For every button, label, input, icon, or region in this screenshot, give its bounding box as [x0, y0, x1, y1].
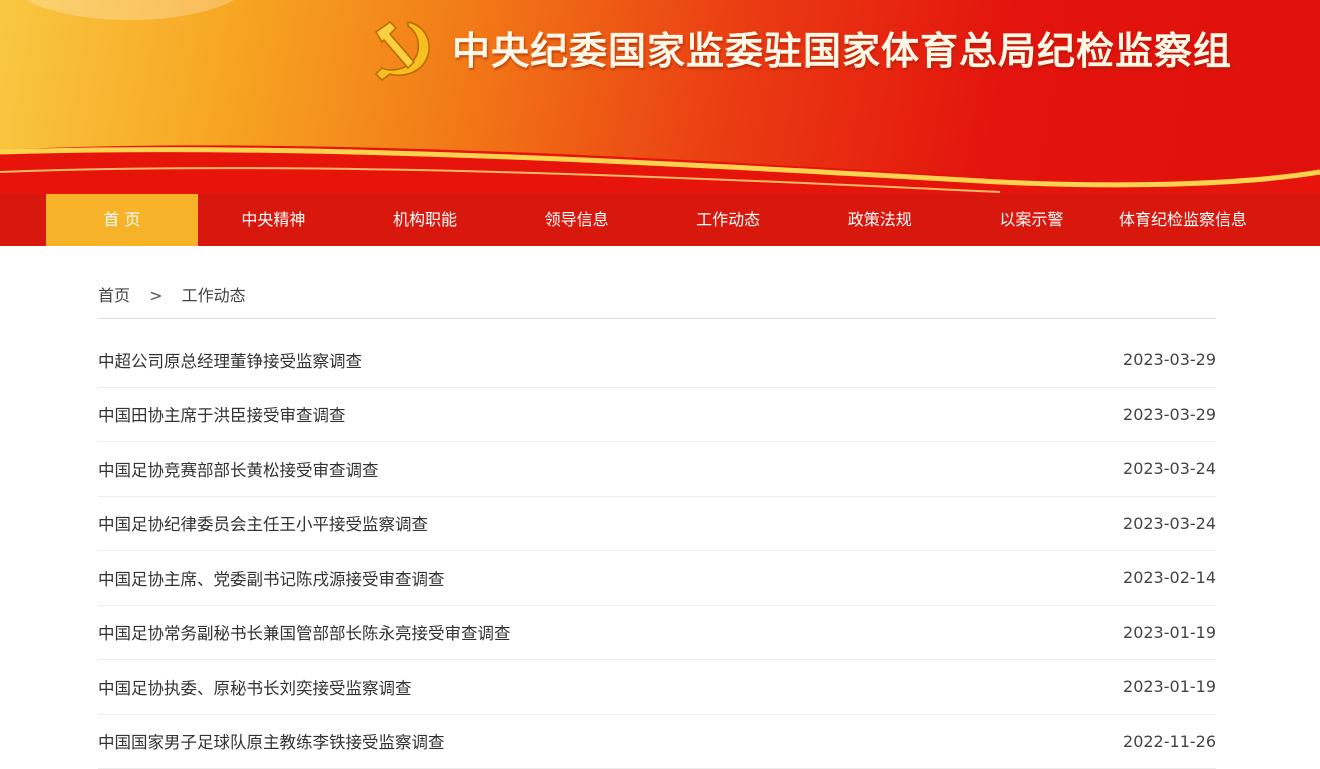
main-nav: 首 页 中央精神 机构职能 领导信息 工作动态 政策法规 以案示警 体育纪检监察…: [0, 194, 1320, 246]
news-list-item: 中国足协执委、原秘书长刘奕接受监察调查 2023-01-19: [98, 660, 1216, 715]
nav-item-cases[interactable]: 以案示警: [956, 194, 1108, 246]
site-title: 中央纪委国家监委驻国家体育总局纪检监察组: [452, 26, 1232, 76]
nav-item-work-news[interactable]: 工作动态: [652, 194, 804, 246]
header-banner: 中央纪委国家监委驻国家体育总局纪检监察组: [0, 0, 1320, 194]
hammer-sickle-icon: [368, 14, 438, 82]
news-title-link[interactable]: 中国国家男子足球队原主教练李铁接受监察调查: [98, 729, 445, 753]
news-list-item: 中国田协主席于洪臣接受审查调查 2023-03-29: [98, 388, 1216, 443]
news-list-item: 中国足协竞赛部部长黄松接受审查调查 2023-03-24: [98, 442, 1216, 497]
news-title-link[interactable]: 中国足协纪律委员会主任王小平接受监察调查: [98, 511, 428, 535]
news-date: 2023-03-24: [1123, 514, 1216, 533]
news-title-link[interactable]: 中国足协常务副秘书长兼国管部部长陈永亮接受审查调查: [98, 620, 511, 644]
news-title-link[interactable]: 中国田协主席于洪臣接受审查调查: [98, 402, 346, 426]
news-list-item: 中超公司原总经理董铮接受监察调查 2023-03-29: [98, 333, 1216, 388]
news-list-item: 中国国家男子足球队原主教练李铁接受监察调查 2022-11-26: [98, 715, 1216, 769]
news-date: 2023-03-29: [1123, 405, 1216, 424]
nav-item-functions[interactable]: 机构职能: [349, 194, 501, 246]
nav-item-policies[interactable]: 政策法规: [804, 194, 956, 246]
main-content: 首页 > 工作动态 中超公司原总经理董铮接受监察调查 2023-03-29 中国…: [0, 282, 1320, 769]
news-list-item: 中国足协纪律委员会主任王小平接受监察调查 2023-03-24: [98, 497, 1216, 552]
news-title-link[interactable]: 中国足协执委、原秘书长刘奕接受监察调查: [98, 675, 412, 699]
breadcrumb-home-link[interactable]: 首页: [98, 286, 130, 305]
news-list-item: 中国足协常务副秘书长兼国管部部长陈永亮接受审查调查 2023-01-19: [98, 606, 1216, 661]
nav-item-home[interactable]: 首 页: [46, 194, 198, 246]
nav-item-sports-info[interactable]: 体育纪检监察信息: [1107, 194, 1259, 246]
news-date: 2023-02-14: [1123, 568, 1216, 587]
news-date: 2023-01-19: [1123, 623, 1216, 642]
news-title-link[interactable]: 中国足协主席、党委副书记陈戌源接受审查调查: [98, 566, 445, 590]
breadcrumb: 首页 > 工作动态: [98, 282, 1216, 319]
nav-item-leaders[interactable]: 领导信息: [501, 194, 653, 246]
news-date: 2023-01-19: [1123, 677, 1216, 696]
breadcrumb-separator: >: [149, 286, 162, 305]
news-date: 2023-03-24: [1123, 459, 1216, 478]
news-title-link[interactable]: 中超公司原总经理董铮接受监察调查: [98, 348, 362, 372]
news-date: 2023-03-29: [1123, 350, 1216, 369]
news-date: 2022-11-26: [1123, 732, 1216, 751]
news-list-item: 中国足协主席、党委副书记陈戌源接受审查调查 2023-02-14: [98, 551, 1216, 606]
news-title-link[interactable]: 中国足协竞赛部部长黄松接受审查调查: [98, 457, 379, 481]
news-list: 中超公司原总经理董铮接受监察调查 2023-03-29 中国田协主席于洪臣接受审…: [98, 333, 1216, 769]
nav-item-central-spirit[interactable]: 中央精神: [198, 194, 350, 246]
breadcrumb-current: 工作动态: [182, 286, 246, 305]
